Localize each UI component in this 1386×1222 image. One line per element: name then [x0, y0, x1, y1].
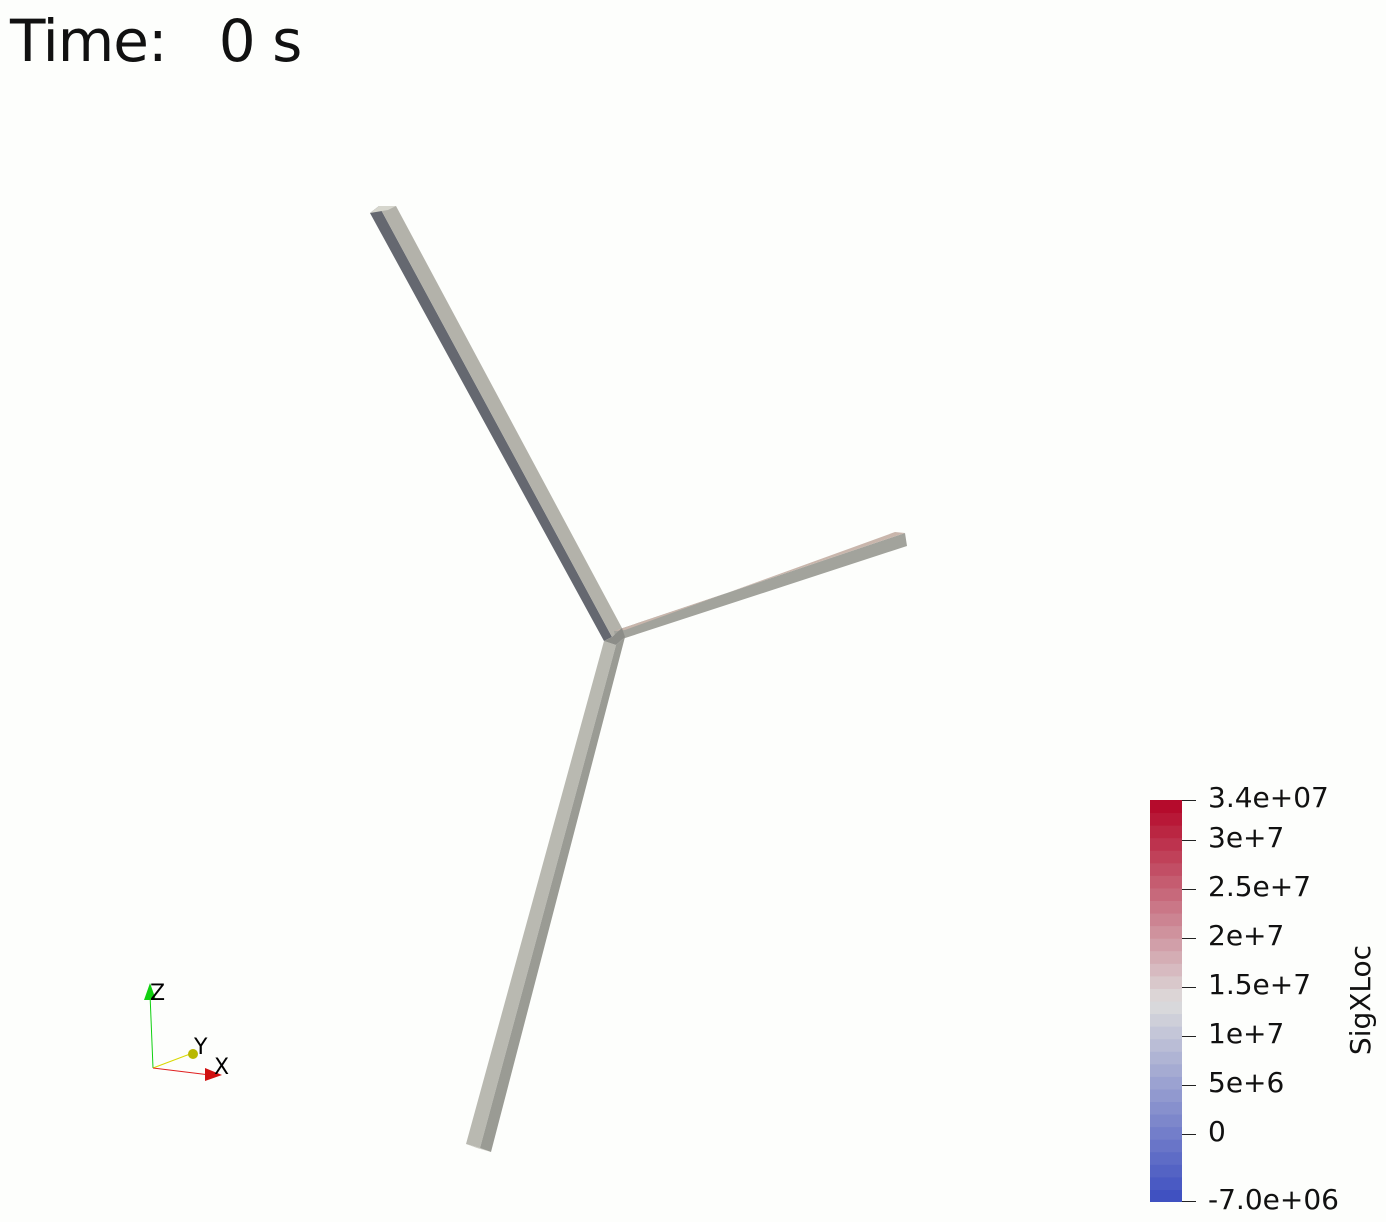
colorbar-gradient [1150, 800, 1182, 1202]
x-axis-line [152, 1067, 211, 1076]
colorbar-band [1150, 913, 1182, 927]
beam-right-top-face [614, 532, 905, 631]
colorbar-band [1150, 1026, 1182, 1040]
colorbar-band [1150, 1176, 1182, 1190]
colorbar-band [1150, 963, 1182, 977]
colorbar-band [1150, 1063, 1182, 1077]
beam-lower [466, 637, 625, 1152]
colorbar-label: 2.5e+7 [1208, 870, 1312, 903]
colorbar-band [1150, 1164, 1182, 1178]
colorbar-tick [1182, 1134, 1196, 1135]
beam-upper-left [370, 206, 622, 641]
colorbar-tick-min [1182, 1201, 1196, 1202]
colorbar-band [1150, 837, 1182, 851]
colorbar-label: 2e+7 [1208, 919, 1285, 952]
colorbar-band [1150, 1151, 1182, 1165]
beam-upper-left-lit-face [379, 206, 622, 637]
z-axis-label: Z [150, 981, 166, 1006]
colorbar-band [1150, 800, 1182, 814]
colorbar-band [1150, 1101, 1182, 1115]
colorbar-tick-max [1182, 800, 1196, 801]
colorbar-title: SigXLoc [1344, 944, 1377, 1056]
colorbar-band [1150, 1139, 1182, 1153]
colorbar-band [1150, 925, 1182, 939]
colorbar-label-max: 3.4e+07 [1208, 781, 1329, 814]
colorbar-label: 0 [1208, 1115, 1226, 1148]
beam-right [614, 532, 907, 641]
colorbar-band [1150, 862, 1182, 876]
colorbar-band [1150, 988, 1182, 1002]
colorbar-tick [1182, 987, 1196, 988]
colorbar-band [1150, 938, 1182, 952]
colorbar-band [1150, 1051, 1182, 1065]
colorbar-band [1150, 1038, 1182, 1052]
colorbar-band [1150, 1189, 1182, 1202]
colorbar-label-min: -7.0e+06 [1208, 1183, 1339, 1216]
colorbar-tick [1182, 1036, 1196, 1037]
colorbar-band [1150, 950, 1182, 964]
colorbar-label: 1e+7 [1208, 1017, 1285, 1050]
colorbar-tick [1182, 840, 1196, 841]
y-axis-line [152, 1053, 191, 1069]
x-axis-label: X [214, 1055, 230, 1080]
colorbar-band [1150, 1076, 1182, 1090]
colorbar-band [1150, 812, 1182, 826]
colorbar-band [1150, 887, 1182, 901]
colorbar-band [1150, 825, 1182, 839]
colorbar-band [1150, 875, 1182, 889]
colorbar-band [1150, 1001, 1182, 1015]
beam-lower-lit-face [466, 641, 616, 1148]
colorbar-band [1150, 1013, 1182, 1027]
y-axis-label: Y [194, 1035, 208, 1060]
colorbar-tick [1182, 938, 1196, 939]
colorbar-label: 3e+7 [1208, 821, 1285, 854]
beam-upper-left-shadow-face [370, 206, 612, 641]
render-view[interactable]: Time: 0 s Z Y X 3.4e+07 3e+7 2.5e+7 2e+7… [0, 0, 1386, 1222]
beam-lower-side-face [480, 637, 625, 1152]
colorbar-label: 5e+6 [1208, 1066, 1285, 1099]
colorbar-band [1150, 900, 1182, 914]
colorbar-tick [1182, 889, 1196, 890]
colorbar-band [1150, 850, 1182, 864]
colorbar-band [1150, 1088, 1182, 1102]
colorbar-label: 1.5e+7 [1208, 968, 1312, 1001]
colorbar-band [1150, 975, 1182, 989]
colorbar-band [1150, 1126, 1182, 1140]
colorbar-tick [1182, 1085, 1196, 1086]
colorbar-band [1150, 1114, 1182, 1128]
beam-right-side-face [614, 533, 907, 641]
